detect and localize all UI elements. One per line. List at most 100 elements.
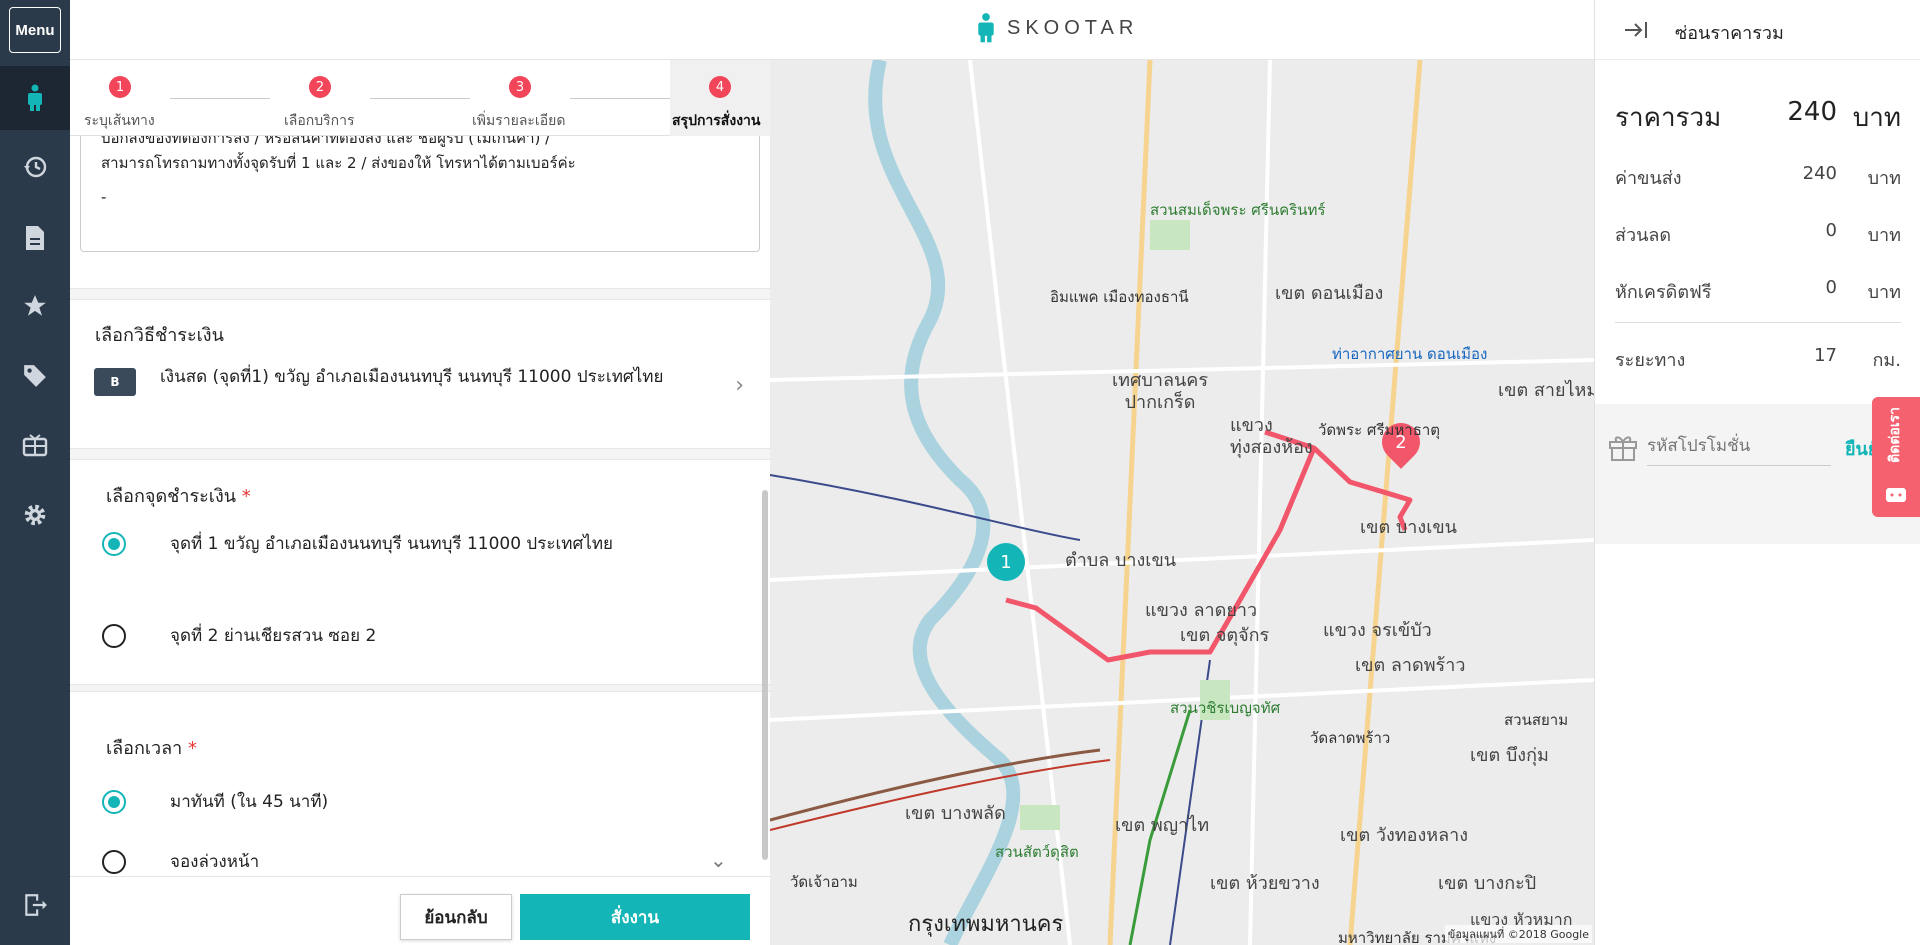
order-panel: 1 ระบุเส้นทาง 2 เลือกบริการ 3 เพิ่มรายละ… — [70, 60, 770, 945]
step-connector — [570, 98, 670, 99]
total-label: ราคารวม — [1615, 103, 1722, 133]
price-row: ส่วนลด 0 บาท — [1615, 220, 1901, 249]
required-mark: * — [188, 738, 198, 759]
step-route[interactable]: 1 ระบุเส้นทาง — [70, 60, 170, 136]
map-poi: สวนสยาม — [1504, 711, 1569, 729]
map-label: เขต ลาดพร้าว — [1355, 655, 1466, 676]
tag-icon[interactable] — [0, 356, 70, 396]
skootar-logo-icon — [978, 13, 994, 43]
time-label-schedule: จองล่วงหน้า — [170, 852, 260, 872]
hide-total-toggle[interactable]: ซ่อนราคารวม — [1595, 0, 1920, 60]
map-label: เขต พญาไท — [1115, 815, 1210, 836]
step-details[interactable]: 3 เพิ่มรายละเอียด — [470, 60, 570, 136]
step-label: ระบุเส้นทาง — [84, 113, 155, 129]
payment-point-radio-1[interactable] — [102, 532, 126, 556]
price-row-amount: 0 — [1825, 277, 1837, 298]
map-label: เขต สายไหม — [1498, 380, 1594, 401]
price-row-amount: 0 — [1825, 220, 1837, 241]
collapse-arrow-icon — [1625, 22, 1647, 38]
chevron-down-icon[interactable]: ⌄ — [710, 848, 727, 872]
map-poi: วัดลาดพร้าว — [1310, 729, 1391, 747]
map-poi: วัดเจ้าอาม — [790, 873, 858, 891]
map-copyright: ข้อมูลแผนที่ ©2018 Google — [1444, 925, 1592, 943]
payment-point-label-1: จุดที่ 1 ขวัญ อำเภอเมืองนนทบุรี นนทบุรี … — [170, 534, 614, 554]
order-form: บอกสิ่งของที่ต้องการส่ง / หรือสินค้าที่ต… — [70, 130, 770, 876]
section-divider — [70, 448, 770, 460]
distance-amount: 17 — [1814, 345, 1837, 366]
map-label: เขต บางเขน — [1360, 517, 1457, 538]
map-label: เขต วังทองหลาง — [1340, 825, 1469, 846]
gift-card-icon[interactable] — [0, 425, 70, 465]
map-label: เทศบาลนคร ปากเกร็ด — [1111, 370, 1209, 413]
step-number: 2 — [309, 76, 331, 98]
route-map[interactable]: 1 2 เขต ดอนเมือง เทศบาลนคร ปากเกร็ด แขวง… — [770, 60, 1594, 945]
back-button[interactable]: ย้อนกลับ — [400, 894, 512, 940]
contact-tab-label: ติดต่อเรา — [1887, 407, 1903, 463]
time-label-now: มาทันที (ใน 45 นาที) — [170, 792, 329, 812]
required-mark: * — [241, 486, 251, 507]
map-poi: สวนวชิรเบญจทัศ — [1170, 699, 1281, 717]
map-label: เขต ห้วยขวาง — [1210, 873, 1320, 894]
star-icon[interactable] — [0, 286, 70, 326]
gift-icon — [1609, 436, 1637, 461]
sidebar: Menu — [0, 0, 70, 945]
promo-code-input[interactable] — [1647, 426, 1831, 466]
price-row-label: ค่าขนส่ง — [1615, 168, 1682, 189]
scrollbar[interactable] — [762, 490, 768, 860]
summary-divider — [1615, 322, 1901, 323]
note-line: สามารถโทรถามทางทั้งจุดรับที่ 1 และ 2 / ส… — [101, 154, 576, 172]
time-radio-schedule[interactable] — [102, 850, 126, 874]
contact-tab[interactable]: ติดต่อเรา — [1872, 397, 1920, 517]
time-radio-now[interactable] — [102, 790, 126, 814]
map-label: เขต ดอนเมือง — [1275, 283, 1384, 304]
distance-row: ระยะทาง 17 กม. — [1615, 345, 1901, 374]
brand-name: SKOOTAR — [1007, 16, 1139, 39]
step-connector — [370, 98, 470, 99]
payment-point-label-2: จุดที่ 2 ย่านเชียรสวน ซอย 2 — [170, 626, 377, 646]
payment-method-selector[interactable]: B เงินสด (จุดที่1) ขวัญ อำเภอเมืองนนทบุร… — [94, 363, 744, 423]
map-label: เขต บึงกุ่ม — [1470, 745, 1549, 766]
payment-point-radio-2[interactable] — [102, 624, 126, 648]
top-bar: SKOOTAR — [70, 0, 1594, 60]
distance-label: ระยะทาง — [1615, 350, 1686, 371]
map-label: แขวง จรเข้บัว — [1323, 620, 1432, 641]
history-icon[interactable] — [0, 147, 70, 187]
map-poi: สวนสัตว์ดุสิต — [995, 843, 1079, 861]
price-row-label: ส่วนลด — [1615, 225, 1672, 246]
section-divider — [70, 684, 770, 692]
step-label: เพิ่มรายละเอียด — [472, 113, 566, 129]
payment-method-text: เงินสด (จุดที่1) ขวัญ อำเภอเมืองนนทบุรี … — [160, 367, 664, 387]
step-connector — [170, 98, 270, 99]
hide-total-label: ซ่อนราคารวม — [1675, 23, 1784, 44]
note-line: - — [101, 188, 107, 206]
step-service[interactable]: 2 เลือกบริการ — [270, 60, 370, 136]
note-textarea[interactable]: บอกสิ่งของที่ต้องการส่ง / หรือสินค้าที่ต… — [80, 130, 760, 252]
skootar-rider-icon — [28, 84, 42, 111]
sidebar-item-new-order[interactable] — [0, 66, 70, 130]
step-number: 4 — [709, 76, 731, 98]
price-row-unit: บาท — [1867, 282, 1901, 303]
gear-icon[interactable] — [0, 495, 70, 535]
map-label: เขต บางกะปิ — [1438, 873, 1537, 894]
form-footer: ย้อนกลับ สั่งงาน — [70, 876, 770, 945]
map-marker-pickup[interactable]: 1 — [987, 543, 1025, 581]
distance-unit: กม. — [1872, 350, 1902, 371]
price-row: หักเครดิตฟรี 0 บาท — [1615, 277, 1901, 306]
map-poi: อิมแพค เมืองทองธานี — [1050, 288, 1189, 306]
logout-icon[interactable] — [0, 885, 70, 925]
price-row-amount: 240 — [1802, 163, 1837, 184]
map-poi: สวนสมเด็จพระ ศรีนครินทร์ — [1150, 201, 1326, 219]
map-poi: ท่าอากาศยาน ดอนเมือง — [1332, 345, 1488, 363]
time-title-text: เลือกเวลา — [106, 738, 183, 759]
document-icon[interactable] — [0, 218, 70, 258]
menu-button[interactable]: Menu — [9, 7, 61, 53]
section-divider — [70, 288, 770, 300]
order-button[interactable]: สั่งงาน — [520, 894, 750, 940]
step-progress: 1 ระบุเส้นทาง 2 เลือกบริการ 3 เพิ่มรายละ… — [70, 60, 770, 136]
map-label: แขวง ทุ่งสองห้อง — [1230, 415, 1313, 458]
payment-method-title: เลือกวิธีชำระเงิน — [95, 325, 224, 346]
step-summary[interactable]: 4 สรุปการสั่งงาน — [670, 60, 770, 136]
payment-point-title-text: เลือกจุดชำระเงิน — [106, 486, 237, 507]
payment-point-title: เลือกจุดชำระเงิน * — [106, 481, 251, 510]
map-poi: วัดพระ ศรีมหาธาตุ — [1318, 421, 1441, 439]
